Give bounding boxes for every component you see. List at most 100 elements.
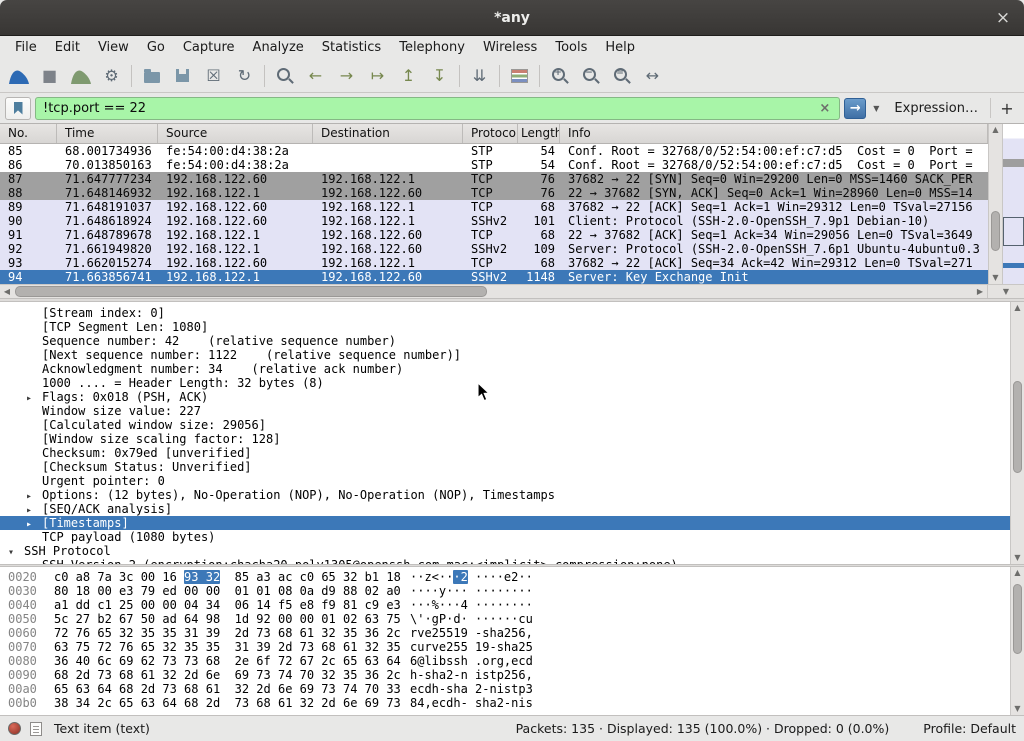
packet-row[interactable]: 8670.013850163fe:54:00:d4:38:2aSTP54Conf…: [0, 158, 988, 172]
expander-icon[interactable]: ▸: [26, 518, 42, 530]
toolbar-go-forward-button[interactable]: →: [331, 62, 362, 90]
hex-row[interactable]: 006072 76 65 32 35 35 31 39 2d 73 68 61 …: [0, 626, 1010, 640]
detail-line[interactable]: Urgent pointer: 0: [0, 474, 1010, 488]
expander-icon[interactable]: ▸: [26, 490, 42, 502]
packet-row[interactable]: 9271.661949820192.168.122.1192.168.122.6…: [0, 242, 988, 256]
detail-line[interactable]: TCP payload (1080 bytes): [0, 530, 1010, 544]
profile-label[interactable]: Profile: Default: [923, 721, 1016, 736]
column-header-destination[interactable]: Destination: [313, 124, 463, 143]
menu-item-view[interactable]: View: [89, 36, 138, 59]
detail-line[interactable]: [Stream index: 0]: [0, 306, 1010, 320]
scrollbar-thumb[interactable]: [1013, 381, 1022, 473]
filter-apply-button[interactable]: →: [844, 98, 866, 119]
menu-item-capture[interactable]: Capture: [174, 36, 244, 59]
hex-row[interactable]: 0020c0 a8 7a 3c 00 16 93 32 85 a3 ac c0 …: [0, 570, 1010, 584]
filter-input[interactable]: !tcp.port == 22 ×: [35, 97, 840, 120]
menu-item-edit[interactable]: Edit: [46, 36, 89, 59]
detail-line[interactable]: Acknowledgment number: 34 (relative ack …: [0, 362, 1010, 376]
detail-line[interactable]: [Window size scaling factor: 128]: [0, 432, 1010, 446]
detail-line[interactable]: 1000 .... = Header Length: 32 bytes (8): [0, 376, 1010, 390]
hex-row[interactable]: 009068 2d 73 68 61 32 2d 6e 69 73 74 70 …: [0, 668, 1010, 682]
detail-line[interactable]: [Next sequence number: 1122 (relative se…: [0, 348, 1010, 362]
scrollbar-track[interactable]: [1011, 579, 1024, 703]
expert-info-icon[interactable]: [8, 722, 21, 735]
column-header-no[interactable]: No.: [0, 124, 57, 143]
detail-line[interactable]: ▸Flags: 0x018 (PSH, ACK): [0, 390, 1010, 404]
detail-line[interactable]: Window size value: 227: [0, 404, 1010, 418]
menu-item-file[interactable]: File: [6, 36, 46, 59]
packet-row[interactable]: 9371.662015274192.168.122.60192.168.122.…: [0, 256, 988, 270]
menu-item-analyze[interactable]: Analyze: [244, 36, 313, 59]
detail-line[interactable]: Checksum: 0x79ed [unverified]: [0, 446, 1010, 460]
toolbar-zoom-in-button[interactable]: +: [544, 62, 575, 90]
filter-clear-button[interactable]: ×: [817, 101, 832, 116]
toolbar-find-packet-button[interactable]: [269, 62, 300, 90]
detail-line[interactable]: ▸[SEQ/ACK analysis]: [0, 502, 1010, 516]
detail-line[interactable]: [TCP Segment Len: 1080]: [0, 320, 1010, 334]
toolbar-save-file-button[interactable]: [167, 62, 198, 90]
toolbar-go-to-packet-button[interactable]: ↦: [362, 62, 393, 90]
detail-line[interactable]: ▾SSH Protocol: [0, 544, 1010, 558]
packet-row[interactable]: 8971.648191037192.168.122.60192.168.122.…: [0, 200, 988, 214]
menu-item-wireless[interactable]: Wireless: [474, 36, 546, 59]
expander-icon[interactable]: ▾: [8, 546, 24, 558]
scroll-corner-down-icon[interactable]: ▼: [987, 285, 1024, 298]
toolbar-reload-file-button[interactable]: ↻: [229, 62, 260, 90]
detail-line[interactable]: [Checksum Status: Unverified]: [0, 460, 1010, 474]
toolbar-go-last-button[interactable]: ↧: [424, 62, 455, 90]
toolbar-auto-scroll-button[interactable]: ⇊: [464, 62, 495, 90]
scrollbar-thumb[interactable]: [1013, 584, 1022, 654]
scrollbar-track[interactable]: [1011, 314, 1024, 552]
packet-row[interactable]: 9171.648789678192.168.122.1192.168.122.6…: [0, 228, 988, 242]
packet-row[interactable]: 8871.648146932192.168.122.1192.168.122.6…: [0, 186, 988, 200]
toolbar-go-back-button[interactable]: ←: [300, 62, 331, 90]
detail-line[interactable]: [Calculated window size: 29056]: [0, 418, 1010, 432]
packet-row[interactable]: 9471.663856741192.168.122.1192.168.122.6…: [0, 270, 988, 284]
toolbar-colorize-button[interactable]: [504, 62, 535, 90]
toolbar-restart-capture-button[interactable]: [65, 62, 96, 90]
packet-row[interactable]: 9071.648618924192.168.122.60192.168.122.…: [0, 214, 988, 228]
detail-line[interactable]: Sequence number: 42 (relative sequence n…: [0, 334, 1010, 348]
hex-scrollbar[interactable]: ▲ ▼: [1010, 567, 1024, 715]
scroll-left-icon[interactable]: ◀: [0, 285, 14, 298]
hex-row[interactable]: 00a065 63 64 68 2d 73 68 61 32 2d 6e 69 …: [0, 682, 1010, 696]
scroll-up-icon[interactable]: ▲: [989, 124, 1002, 136]
hscrollbar-track[interactable]: [14, 285, 973, 298]
hex-row[interactable]: 0040a1 dd c1 25 00 00 04 34 06 14 f5 e8 …: [0, 598, 1010, 612]
hex-row[interactable]: 003080 18 00 e3 79 ed 00 00 01 01 08 0a …: [0, 584, 1010, 598]
toolbar-stop-capture-button[interactable]: ■: [34, 62, 65, 90]
packet-list-hscrollbar[interactable]: ◀ ▶ ▼: [0, 284, 1024, 298]
menu-item-telephony[interactable]: Telephony: [390, 36, 474, 59]
hex-row[interactable]: 00b038 34 2c 65 63 64 68 2d 73 68 61 32 …: [0, 696, 1010, 710]
column-header-source[interactable]: Source: [158, 124, 313, 143]
toolbar-zoom-out-button[interactable]: −: [575, 62, 606, 90]
expander-icon[interactable]: ▸: [26, 392, 42, 404]
scrollbar-thumb[interactable]: [991, 211, 1000, 251]
column-header-info[interactable]: Info: [560, 124, 988, 143]
add-filter-button[interactable]: +: [995, 99, 1019, 118]
scroll-down-icon[interactable]: ▼: [1011, 703, 1024, 715]
column-header-protocol[interactable]: Protocol: [463, 124, 518, 143]
scroll-up-icon[interactable]: ▲: [1011, 302, 1024, 314]
menu-item-help[interactable]: Help: [596, 36, 644, 59]
hex-row[interactable]: 007063 75 72 76 65 32 35 35 31 39 2d 73 …: [0, 640, 1010, 654]
scroll-down-icon[interactable]: ▼: [1011, 552, 1024, 564]
intelligent-scrollbar-minimap[interactable]: [1002, 124, 1024, 284]
hex-row[interactable]: 00505c 27 b2 67 50 ad 64 98 1d 92 00 00 …: [0, 612, 1010, 626]
detail-line[interactable]: ▸[Timestamps]: [0, 516, 1010, 530]
toolbar-go-first-button[interactable]: ↥: [393, 62, 424, 90]
menu-item-go[interactable]: Go: [138, 36, 174, 59]
toolbar-close-file-button[interactable]: ☒: [198, 62, 229, 90]
hex-row[interactable]: 008036 40 6c 69 62 73 73 68 2e 6f 72 67 …: [0, 654, 1010, 668]
menu-item-statistics[interactable]: Statistics: [313, 36, 390, 59]
scroll-right-icon[interactable]: ▶: [973, 285, 987, 298]
toolbar-resize-columns-button[interactable]: ↔: [637, 62, 668, 90]
packet-row[interactable]: 8771.647777234192.168.122.60192.168.122.…: [0, 172, 988, 186]
title-bar[interactable]: *any ×: [0, 0, 1024, 36]
details-scrollbar[interactable]: ▲ ▼: [1010, 302, 1024, 564]
minimap-viewport[interactable]: [1003, 217, 1024, 246]
menu-item-tools[interactable]: Tools: [546, 36, 596, 59]
close-window-button[interactable]: ×: [992, 7, 1014, 29]
filter-bookmark-button[interactable]: [5, 97, 31, 120]
detail-line[interactable]: ▸Options: (12 bytes), No-Operation (NOP)…: [0, 488, 1010, 502]
